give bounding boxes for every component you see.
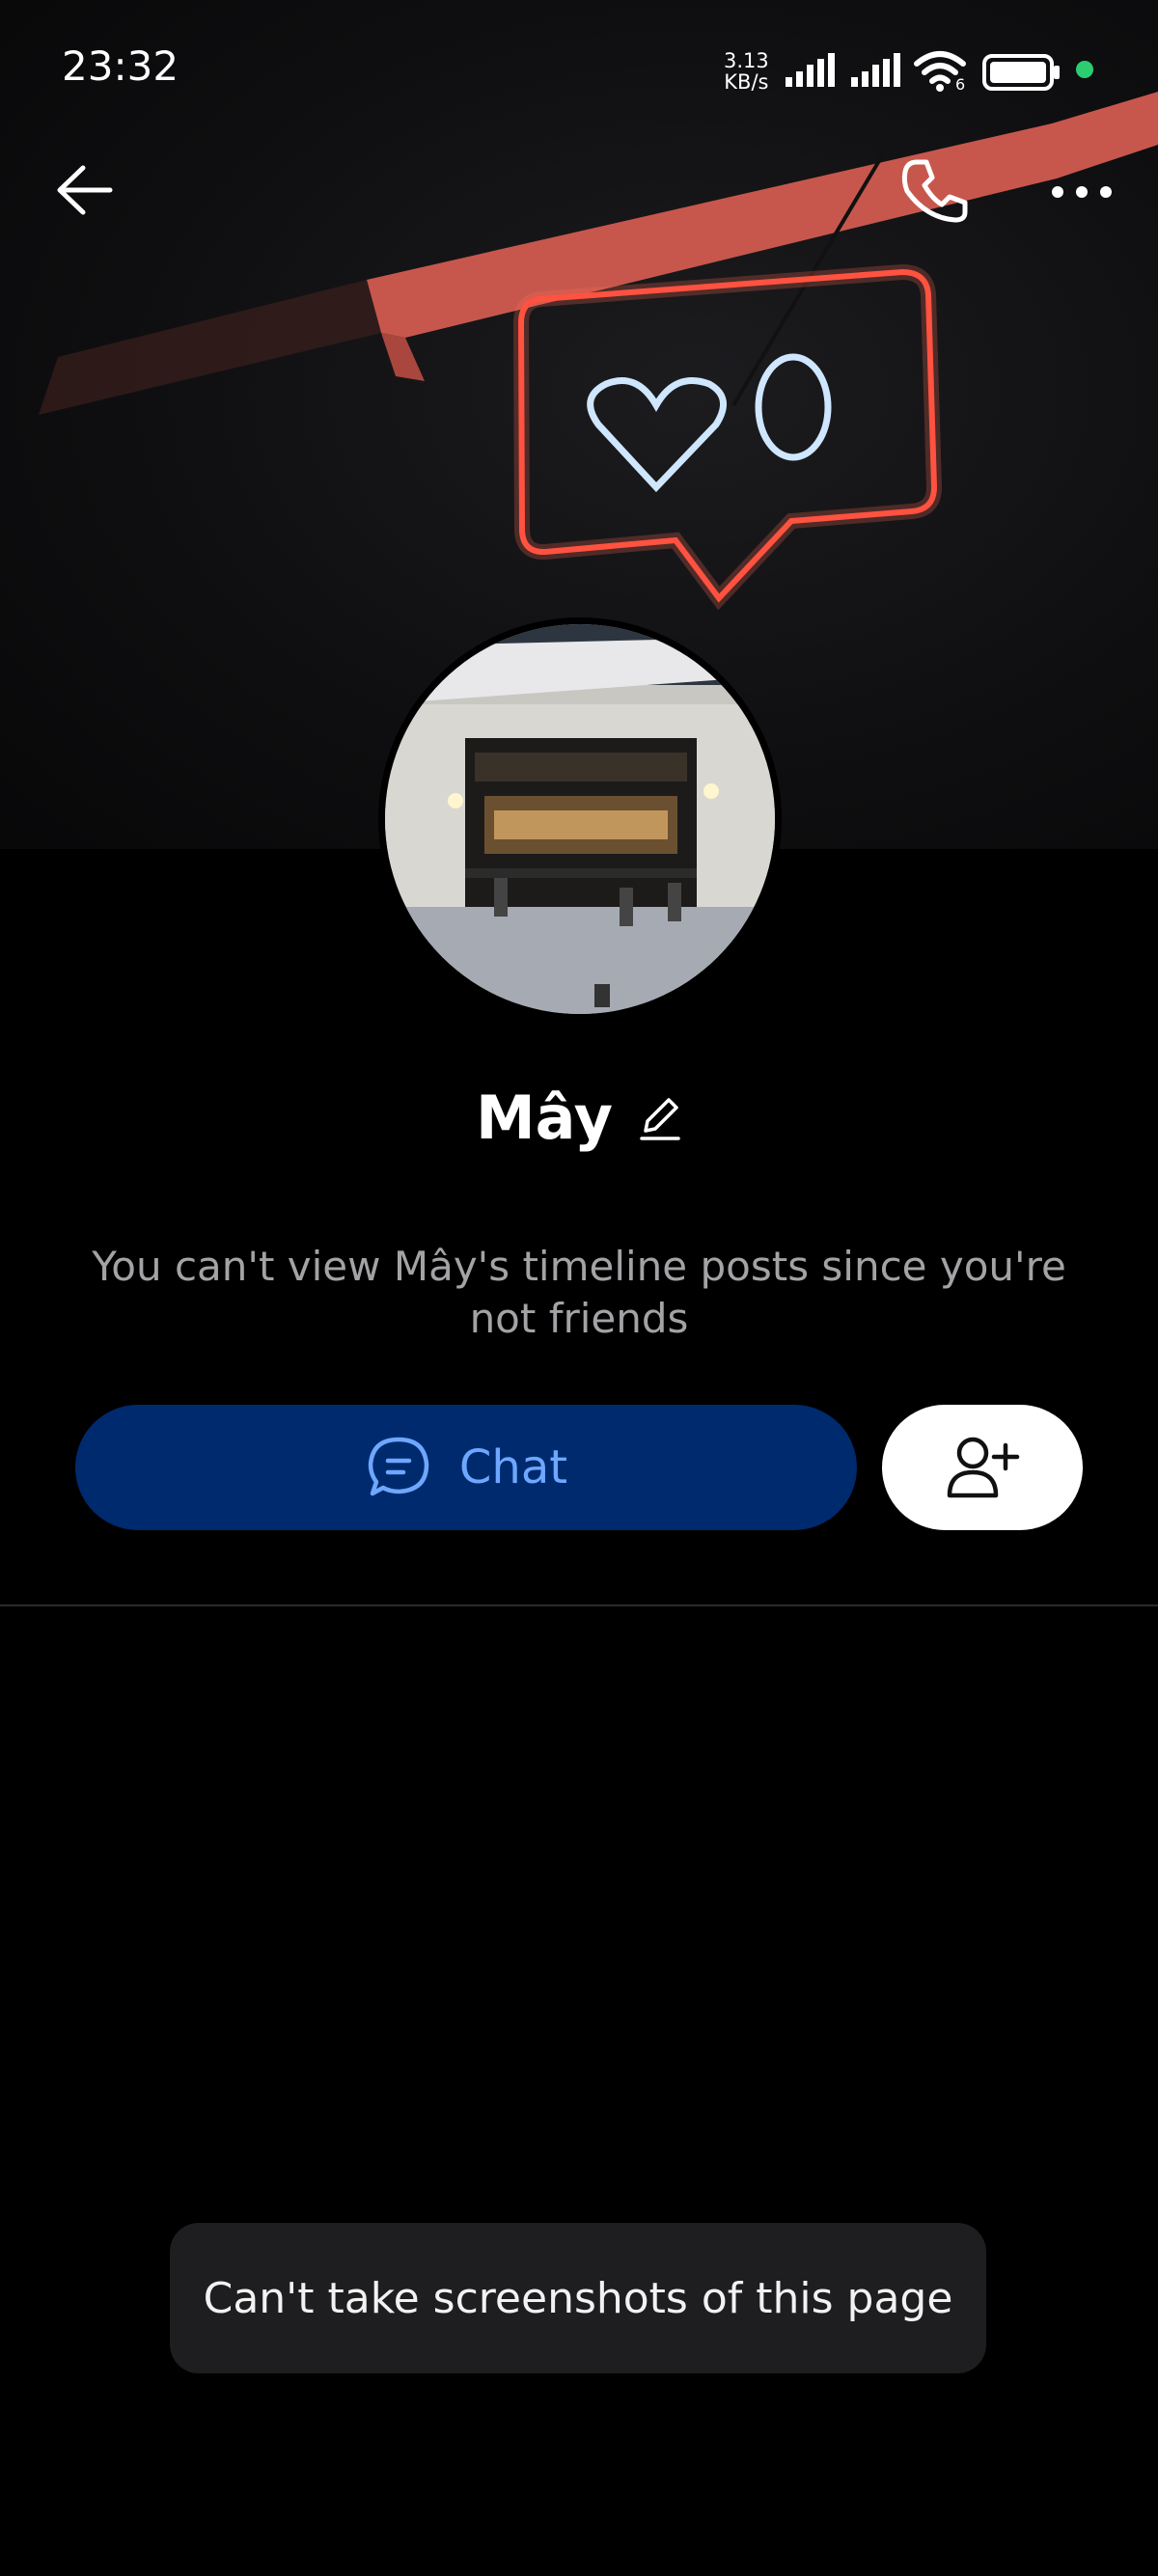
toast-message: Can't take screenshots of this page: [170, 2223, 986, 2373]
chat-bubble-icon: [368, 1437, 429, 1496]
battery-icon: [982, 54, 1060, 91]
add-user-icon: [947, 1437, 1020, 1498]
call-button[interactable]: [897, 154, 971, 228]
toast-text: Can't take screenshots of this page: [203, 2273, 953, 2323]
timeline-privacy-notice: You can't view Mây's timeline posts sinc…: [92, 1243, 1066, 1342]
more-options-button[interactable]: [1048, 170, 1116, 214]
avatar-image: [378, 617, 782, 1021]
network-speed-value: 3.13: [724, 49, 769, 72]
status-bar: 23:32 3.13 KB/s 6: [0, 0, 1158, 145]
section-divider: [0, 1604, 1158, 1606]
chat-button-label: Chat: [458, 1440, 568, 1494]
cellular-signal-icon: [786, 53, 835, 87]
more-horizontal-icon: [1052, 186, 1112, 198]
profile-name-row: Mây: [0, 1079, 1158, 1156]
phone-icon: [901, 159, 968, 223]
add-friend-button[interactable]: [882, 1405, 1083, 1530]
status-time: 23:32: [62, 42, 179, 90]
network-speed: 3.13 KB/s: [724, 50, 769, 93]
arrow-left-icon: [57, 165, 113, 215]
profile-name: Mây: [475, 1082, 614, 1153]
network-speed-unit: KB/s: [724, 70, 769, 94]
chat-button[interactable]: Chat: [75, 1405, 857, 1530]
profile-avatar[interactable]: [378, 617, 782, 1021]
back-button[interactable]: [50, 156, 127, 224]
cellular-signal-icon: [851, 53, 900, 87]
wifi-badge: 6: [955, 75, 966, 94]
pencil-icon[interactable]: [636, 1092, 682, 1142]
active-indicator-dot: [1076, 61, 1093, 78]
